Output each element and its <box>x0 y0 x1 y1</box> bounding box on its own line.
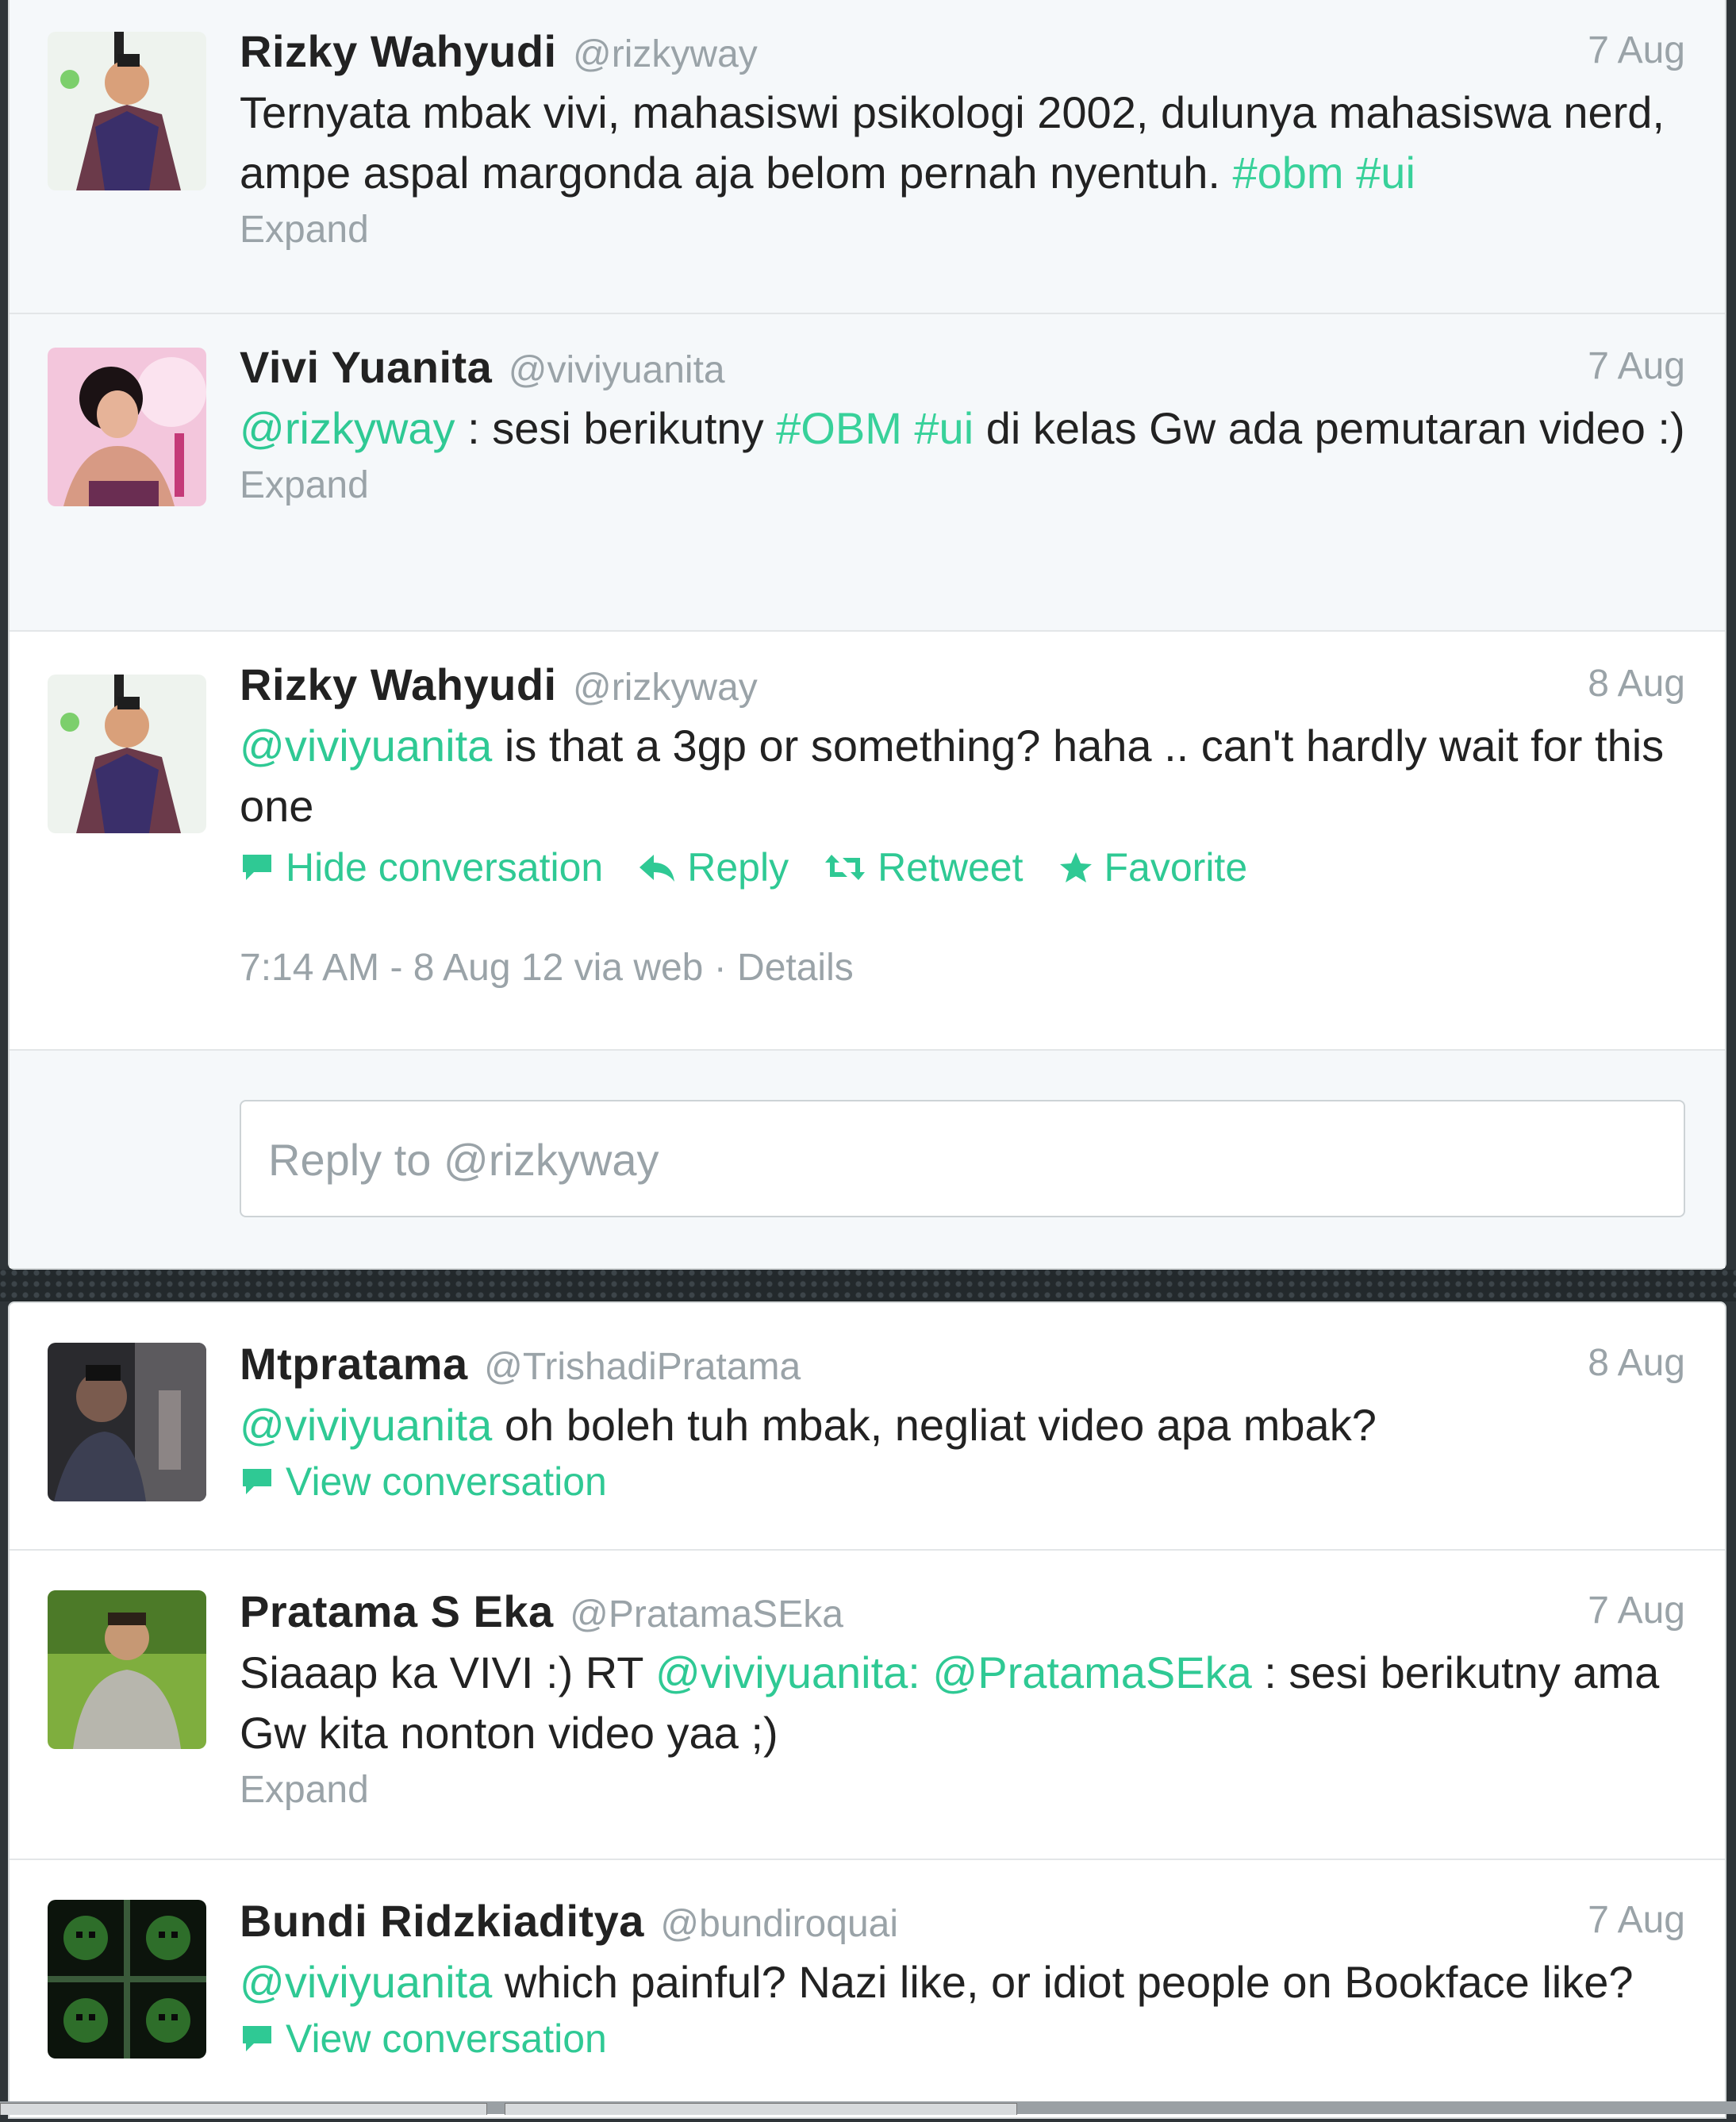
author-handle[interactable]: @rizkyway <box>573 667 758 709</box>
reply-input[interactable]: Reply to @rizkyway <box>240 1100 1685 1217</box>
tweet[interactable]: Mtpratama @TrishadiPratama 8 Aug @viviyu… <box>10 1303 1725 1551</box>
tweet-actions: Hide conversation Reply Retweet Favorite <box>240 844 1685 890</box>
hashtag-link[interactable]: #OBM <box>776 403 902 453</box>
reply-label: Reply <box>687 845 789 890</box>
author-name[interactable]: Vivi Yuanita <box>240 342 492 392</box>
author-name[interactable]: Rizky Wahyudi <box>240 659 557 709</box>
expand-link[interactable]: Expand <box>240 463 1685 507</box>
retweet-icon <box>825 855 866 880</box>
author-handle[interactable]: @bundiroquai <box>660 1903 898 1945</box>
taskbar-tab[interactable] <box>505 2103 1017 2115</box>
conversation-card: Rizky Wahyudi @rizkyway 7 Aug Ternyata m… <box>8 0 1726 1270</box>
tweet-date[interactable]: 7 Aug <box>1588 1589 1685 1632</box>
timeline-gap <box>0 1270 1736 1301</box>
avatar[interactable] <box>48 675 206 833</box>
tweet-meta: 7:14 AM - 8 Aug 12 via web · Details <box>240 946 1685 990</box>
tweet[interactable]: Vivi Yuanita @viviyuanita 7 Aug @rizkywa… <box>10 314 1725 632</box>
timeline-card: Mtpratama @TrishadiPratama 8 Aug @viviyu… <box>8 1301 1726 2119</box>
avatar[interactable] <box>48 1343 206 1501</box>
reply-button[interactable]: Reply <box>638 844 789 890</box>
speech-bubble-icon <box>243 2026 271 2051</box>
mention-link[interactable]: @viviyuanita <box>240 721 492 771</box>
tweet-date[interactable]: 7 Aug <box>1588 1898 1685 1942</box>
details-link[interactable]: Details <box>737 947 854 989</box>
tweet[interactable]: Bundi Ridzkiaditya @bundiroquai 7 Aug @v… <box>10 1860 1725 2122</box>
tweet-text: @viviyuanita oh boleh tuh mbak, negliat … <box>240 1395 1685 1455</box>
retweet-button[interactable]: Retweet <box>824 844 1024 890</box>
hashtag-link[interactable]: #ui <box>1356 148 1415 198</box>
tweet-text-part: oh boleh tuh mbak, negliat video apa mba… <box>492 1400 1377 1450</box>
avatar[interactable] <box>48 32 206 190</box>
expand-link[interactable]: Expand <box>240 208 1685 252</box>
bottom-taskbar <box>0 2101 1736 2115</box>
mention-link[interactable]: @viviyuanita <box>240 1400 492 1450</box>
hide-conversation-button[interactable]: Hide conversation <box>240 844 603 890</box>
speech-bubble-icon <box>243 1469 271 1494</box>
hashtag-link[interactable]: #obm <box>1233 148 1344 198</box>
hide-conversation-label: Hide conversation <box>286 845 604 890</box>
mention-link[interactable]: @viviyuanita: <box>655 1647 920 1697</box>
avatar[interactable] <box>48 1900 206 2059</box>
view-conversation-label: View conversation <box>286 2016 607 2061</box>
tweet-text: Siaaap ka VIVI :) RT @viviyuanita: @Prat… <box>240 1643 1685 1763</box>
star-icon <box>1059 852 1092 882</box>
view-conversation-button[interactable]: View conversation <box>240 2016 1685 2062</box>
tweet-text-part: which painful? Nazi like, or idiot peopl… <box>492 1957 1634 2007</box>
favorite-button[interactable]: Favorite <box>1058 844 1248 890</box>
reply-arrow-icon <box>639 855 675 882</box>
hashtag-link[interactable]: #ui <box>914 403 974 453</box>
tweet-text: @viviyuanita which painful? Nazi like, o… <box>240 1952 1685 2012</box>
taskbar-tab[interactable] <box>0 2103 487 2115</box>
mention-link[interactable]: @viviyuanita <box>240 1957 492 2007</box>
tweet[interactable]: Pratama S Eka @PratamaSEka 7 Aug Siaaap … <box>10 1551 1725 1860</box>
avatar[interactable] <box>48 1590 206 1749</box>
author-name[interactable]: Pratama S Eka <box>240 1586 554 1636</box>
tweet-text: @rizkyway : sesi berikutny #OBM #ui di k… <box>240 398 1685 459</box>
tweet-text-part: : sesi berikutny <box>455 403 777 453</box>
author-handle[interactable]: @TrishadiPratama <box>484 1346 801 1388</box>
tweet-text-part: di kelas Gw ada pemutaran video :) <box>974 403 1685 453</box>
tweet-date[interactable]: 7 Aug <box>1588 29 1685 72</box>
tweet-text-part: Siaaap ka VIVI :) RT <box>240 1647 655 1697</box>
tweet-date[interactable]: 8 Aug <box>1588 662 1685 705</box>
meta-separator: · <box>703 947 738 989</box>
author-name[interactable]: Rizky Wahyudi <box>240 26 557 76</box>
tweet-text: Ternyata mbak vivi, mahasiswi psikologi … <box>240 83 1685 203</box>
favorite-label: Favorite <box>1104 845 1248 890</box>
tweet-timestamp[interactable]: 7:14 AM - 8 Aug 12 via web <box>240 947 703 989</box>
reply-area: Reply to @rizkyway <box>10 1051 1725 1268</box>
author-handle[interactable]: @PratamaSEka <box>570 1593 843 1636</box>
tweet-date[interactable]: 7 Aug <box>1588 344 1685 388</box>
view-conversation-button[interactable]: View conversation <box>240 1459 1685 1505</box>
tweet-date[interactable]: 8 Aug <box>1588 1341 1685 1385</box>
author-handle[interactable]: @rizkyway <box>573 33 758 75</box>
avatar[interactable] <box>48 348 206 506</box>
tweet[interactable]: Rizky Wahyudi @rizkyway 7 Aug Ternyata m… <box>10 0 1725 314</box>
view-conversation-label: View conversation <box>286 1459 607 1504</box>
retweet-label: Retweet <box>878 845 1024 890</box>
author-handle[interactable]: @viviyuanita <box>509 349 725 391</box>
expand-link[interactable]: Expand <box>240 1768 1685 1812</box>
tweet-expanded[interactable]: Rizky Wahyudi @rizkyway 8 Aug @viviyuani… <box>10 632 1725 1051</box>
tweet-text: @viviyuanita is that a 3gp or something?… <box>240 716 1685 836</box>
mention-link[interactable]: @PratamaSEka <box>932 1647 1251 1697</box>
mention-link[interactable]: @rizkyway <box>240 403 455 453</box>
author-name[interactable]: Mtpratama <box>240 1339 468 1389</box>
author-name[interactable]: Bundi Ridzkiaditya <box>240 1896 644 1946</box>
tweet-text-body: Ternyata mbak vivi, mahasiswi psikologi … <box>240 87 1665 198</box>
speech-bubble-icon <box>243 855 271 880</box>
